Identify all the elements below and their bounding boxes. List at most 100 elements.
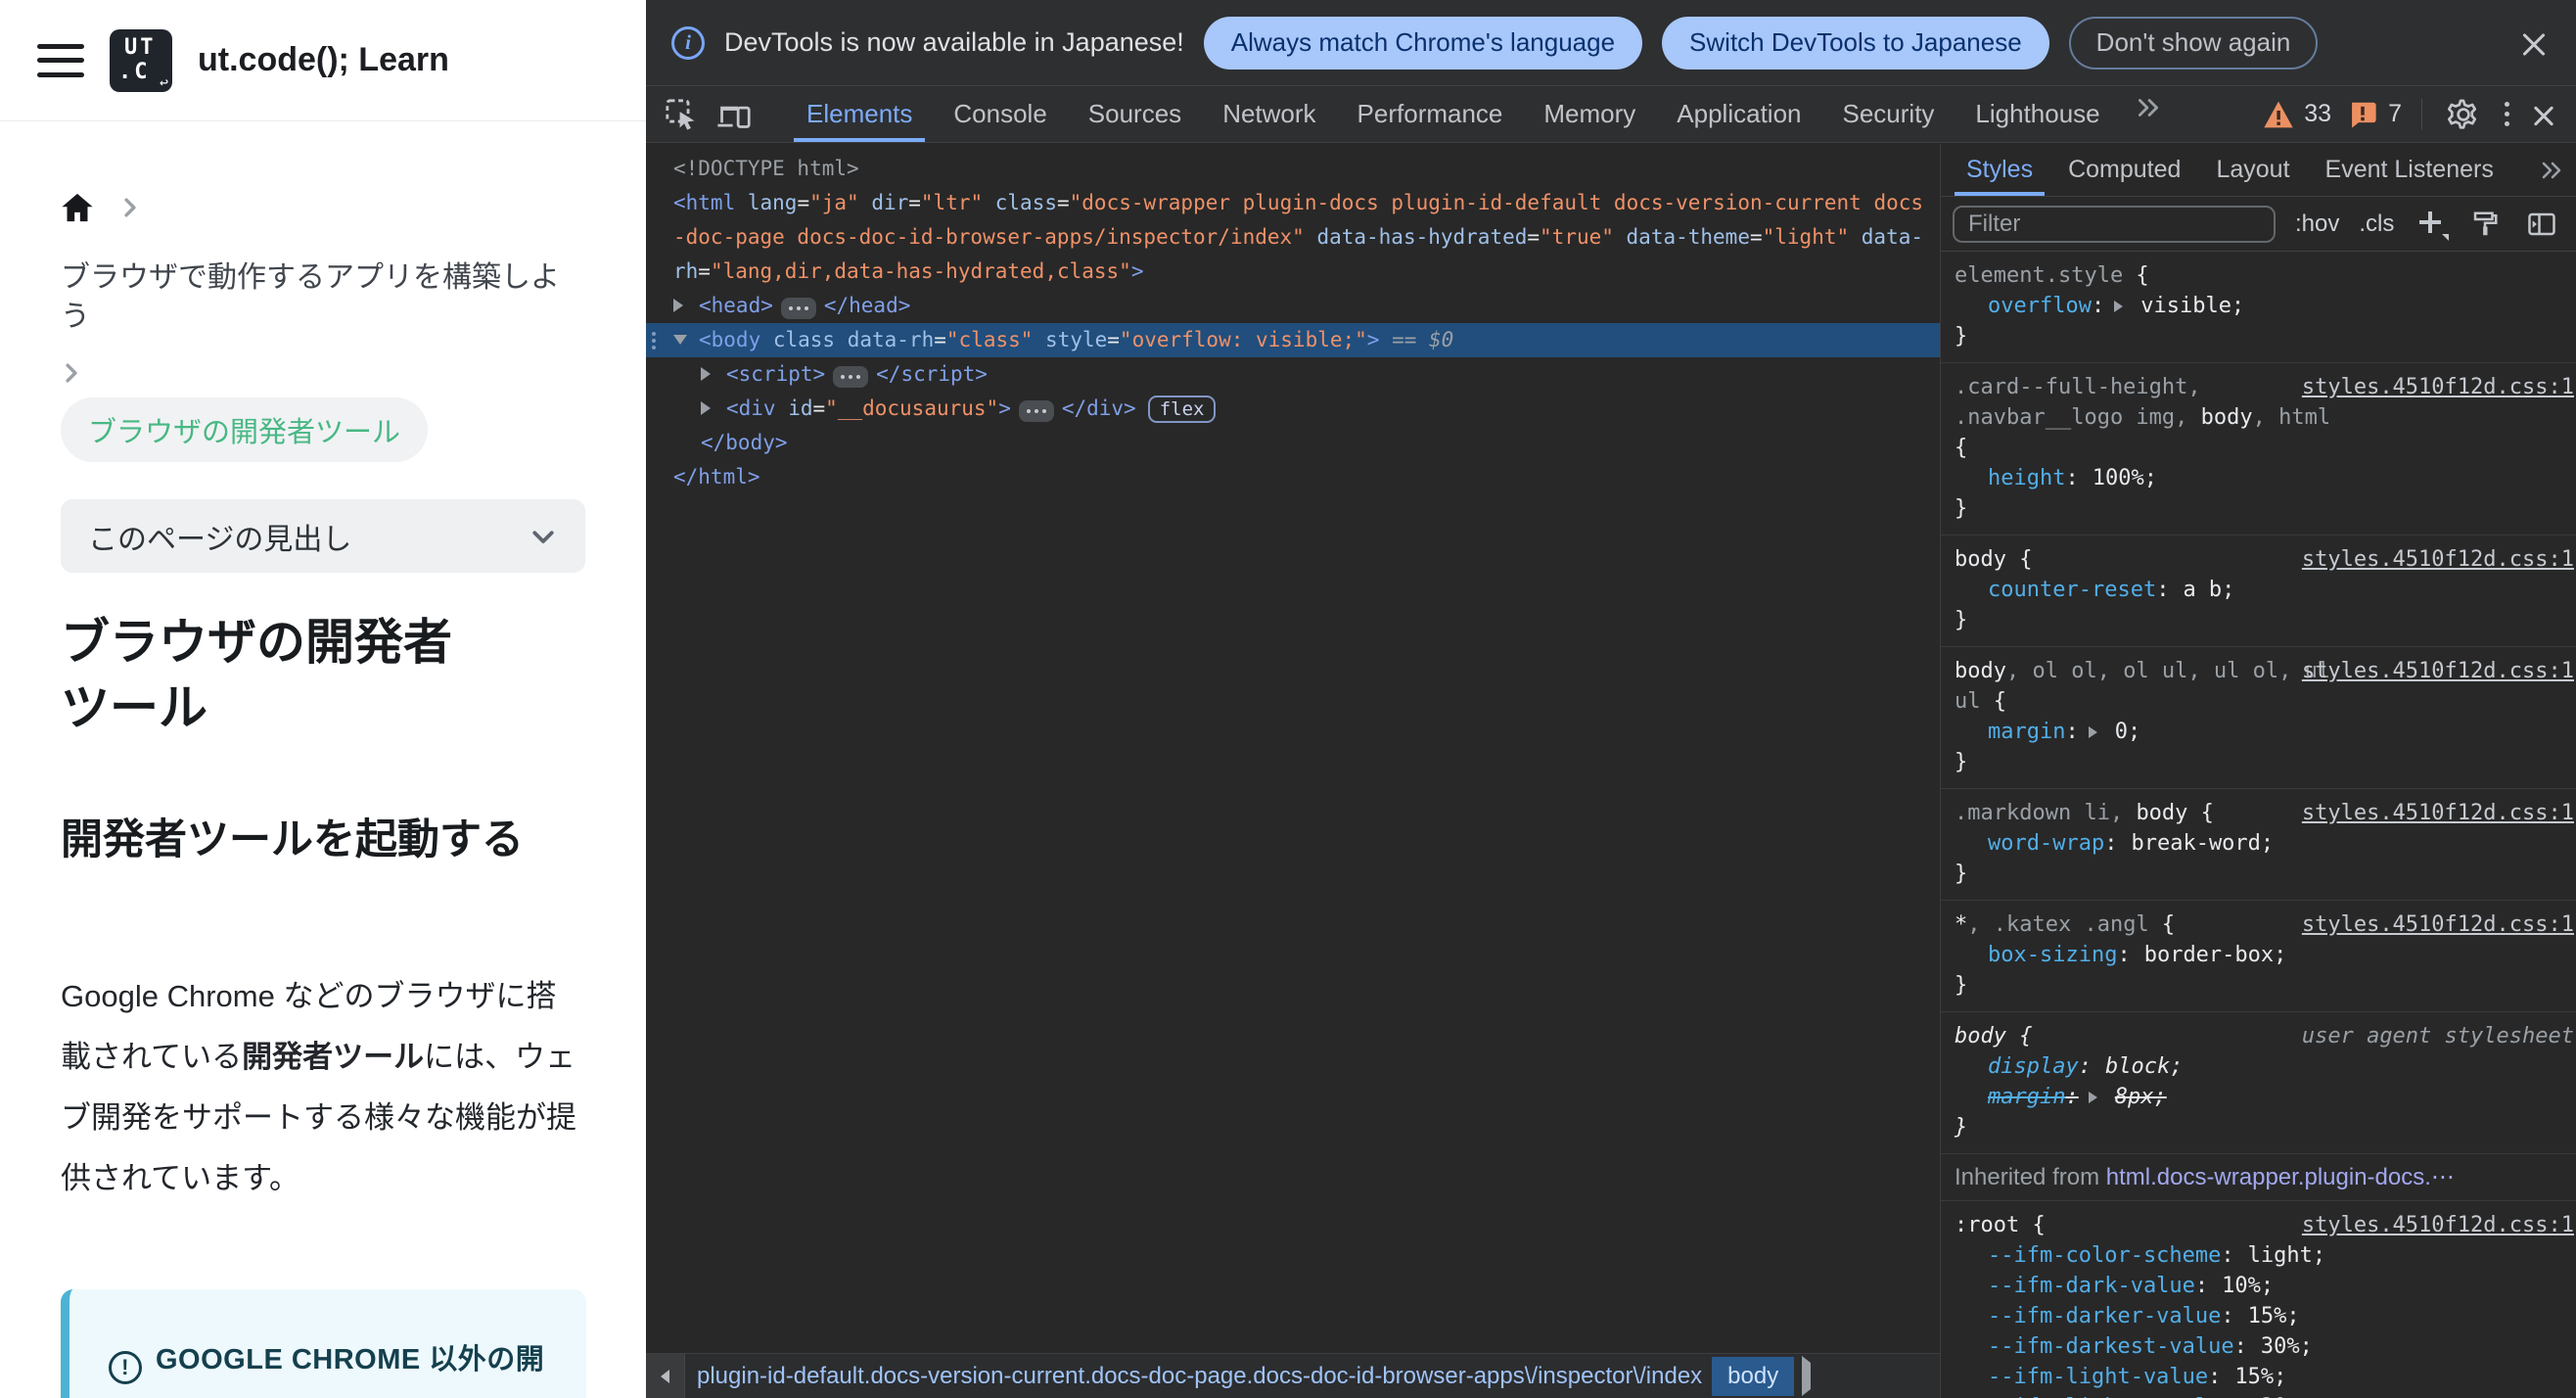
ellipsis-button[interactable] bbox=[780, 298, 816, 319]
sidebar-tab-styles[interactable]: Styles bbox=[1949, 144, 2050, 196]
stylesheet-source-link[interactable]: styles.4510f12d.css:1 bbox=[2302, 544, 2574, 575]
devtools-infobar: i DevTools is now available in Japanese!… bbox=[646, 0, 2576, 86]
toc-collapsible[interactable]: このページの見出し bbox=[61, 499, 585, 573]
ua-stylesheet-label: user agent stylesheet bbox=[2301, 1024, 2574, 1048]
elements-panel: <!DOCTYPE html> <html lang="ja" dir="ltr"… bbox=[646, 144, 1941, 1398]
devtools-tabbar: Elements Console Sources Network Performance… bbox=[646, 86, 2576, 143]
expand-value-arrow-icon[interactable] bbox=[2088, 1092, 2097, 1103]
css-property[interactable]: --ifm-darker-value: 15%; bbox=[1955, 1301, 2562, 1331]
dom-tree-line[interactable]: <body class data-rh="class" style="overf… bbox=[646, 323, 1940, 357]
dom-tree-line[interactable]: </html> bbox=[646, 460, 1940, 494]
css-property[interactable]: --ifm-color-scheme: light; bbox=[1955, 1240, 2562, 1271]
dom-breadcrumb-path[interactable]: plugin-id-default.docs-version-current.d… bbox=[685, 1363, 1712, 1390]
tab-network[interactable]: Network bbox=[1202, 86, 1336, 142]
match-language-button[interactable]: Always match Chrome's language bbox=[1203, 16, 1643, 70]
stylesheet-source-link[interactable]: styles.4510f12d.css:1 bbox=[2302, 1210, 2574, 1240]
css-property[interactable]: word-wrap: break-word; bbox=[1955, 828, 2562, 859]
tab-elements[interactable]: Elements bbox=[786, 86, 933, 142]
tab-sources[interactable]: Sources bbox=[1068, 86, 1202, 142]
tab-performance[interactable]: Performance bbox=[1337, 86, 1524, 142]
hamburger-menu-icon[interactable] bbox=[37, 43, 84, 77]
stylesheet-source-link[interactable]: styles.4510f12d.css:1 bbox=[2302, 798, 2574, 828]
infobar-close-icon[interactable] bbox=[2517, 26, 2551, 60]
logo-text-top: UT bbox=[124, 34, 157, 60]
doc-paragraph: Google Chrome などのブラウザに搭載されている開発者ツールには、ウェ… bbox=[61, 979, 576, 1195]
stylesheet-source-link[interactable]: styles.4510f12d.css:1 bbox=[2302, 909, 2574, 940]
dom-tree-line[interactable]: <script> </script> bbox=[646, 357, 1940, 392]
switch-japanese-button[interactable]: Switch DevTools to Japanese bbox=[1662, 16, 2049, 70]
styles-brush-icon[interactable] bbox=[2466, 206, 2504, 243]
css-property[interactable]: counter-reset: a b; bbox=[1955, 575, 2562, 605]
stylesheet-source-link[interactable]: styles.4510f12d.css:1 bbox=[2302, 656, 2574, 686]
chevron-right-icon bbox=[124, 198, 136, 217]
chevron-right-icon bbox=[66, 363, 77, 383]
dom-tree-line[interactable]: <!DOCTYPE html> bbox=[646, 152, 1940, 186]
class-toggle-button[interactable]: .cls bbox=[2359, 210, 2394, 238]
info-icon: i bbox=[671, 25, 705, 60]
rule-selector[interactable]: element.style { bbox=[1955, 260, 2562, 291]
sidebar-tab-event-listeners[interactable]: Event Listeners bbox=[2308, 144, 2511, 196]
breadcrumb-section[interactable]: ブラウザで動作するアプリを構築しよう bbox=[61, 258, 585, 337]
expand-value-arrow-icon[interactable] bbox=[2088, 726, 2097, 738]
toc-label: このページの見出し bbox=[88, 523, 352, 556]
devtools-close-icon[interactable] bbox=[2529, 100, 2558, 129]
css-property[interactable]: height: 100%; bbox=[1955, 463, 2562, 493]
site-logo[interactable]: UT .C ↩ bbox=[110, 28, 172, 92]
css-property[interactable]: --ifm-light-value: 15%; bbox=[1955, 1362, 2562, 1392]
scroll-left-icon[interactable] bbox=[646, 1354, 685, 1398]
breadcrumb-current: ブラウザの開発者ツール bbox=[61, 397, 429, 462]
tab-memory[interactable]: Memory bbox=[1523, 86, 1656, 142]
more-sidebar-tabs-icon[interactable] bbox=[2539, 144, 2576, 196]
settings-gear-icon[interactable] bbox=[2442, 93, 2485, 136]
dom-tree-line[interactable]: </body> bbox=[646, 426, 1940, 460]
css-property[interactable]: margin: 0; bbox=[1955, 717, 2562, 747]
dom-tree-line[interactable]: <head> </head> bbox=[646, 289, 1940, 323]
scroll-right-icon[interactable] bbox=[1802, 1355, 1812, 1396]
pseudo-state-button[interactable]: :hov bbox=[2295, 210, 2339, 238]
tab-security[interactable]: Security bbox=[1822, 86, 1955, 142]
css-property[interactable]: --ifm-darkest-value: 30%; bbox=[1955, 1331, 2562, 1362]
ellipsis-button[interactable] bbox=[1018, 400, 1054, 422]
css-property[interactable]: --ifm-dark-value: 10%; bbox=[1955, 1271, 2562, 1301]
dom-tree-line[interactable]: <div id="__docusaurus"> </div> flex bbox=[646, 392, 1940, 426]
css-property[interactable]: --ifm-lighter-value:30%; bbox=[1955, 1392, 2562, 1398]
inherited-rules: :root {styles.4510f12d.css:1 --ifm-color-… bbox=[1941, 1201, 2576, 1398]
collapse-arrow-icon[interactable] bbox=[673, 323, 699, 357]
home-icon[interactable] bbox=[61, 192, 94, 223]
sidebar-toggle-icon[interactable] bbox=[2523, 206, 2560, 243]
infobar-message: DevTools is now available in Japanese! bbox=[724, 27, 1184, 57]
style-rule: body {user agent stylesheet display: block… bbox=[1941, 1012, 2576, 1154]
warning-icon[interactable] bbox=[2261, 93, 2296, 136]
css-property[interactable]: margin: 8px; bbox=[1955, 1082, 2562, 1112]
expand-arrow-icon[interactable] bbox=[701, 357, 726, 392]
style-rule: body, ol ol, ol ul, ul ol, ul ul {styles… bbox=[1941, 647, 2576, 789]
issues-icon[interactable] bbox=[2345, 93, 2380, 136]
flex-badge[interactable]: flex bbox=[1147, 396, 1217, 423]
tab-application[interactable]: Application bbox=[1656, 86, 1821, 142]
sidebar-tab-computed[interactable]: Computed bbox=[2050, 144, 2198, 196]
device-toolbar-icon[interactable] bbox=[713, 93, 756, 136]
dont-show-again-button[interactable]: Don't show again bbox=[2068, 16, 2319, 70]
sidebar-tab-layout[interactable]: Layout bbox=[2198, 144, 2307, 196]
css-property[interactable]: display: block; bbox=[1955, 1051, 2562, 1082]
new-style-rule-button[interactable] bbox=[2414, 208, 2450, 241]
dom-tree-line[interactable]: <html lang="ja" dir="ltr" class="docs-wr… bbox=[646, 186, 1940, 289]
more-tabs-icon[interactable] bbox=[2127, 86, 2170, 129]
expand-arrow-icon[interactable] bbox=[673, 289, 699, 323]
expand-value-arrow-icon[interactable] bbox=[2114, 301, 2124, 312]
dom-breadcrumb-selected[interactable]: body bbox=[1712, 1356, 1795, 1396]
style-rule: body {styles.4510f12d.css:1 counter-reset… bbox=[1941, 536, 2576, 647]
stylesheet-source-link[interactable]: styles.4510f12d.css:1 bbox=[2302, 372, 2574, 402]
kebab-menu-icon[interactable] bbox=[2499, 96, 2515, 132]
site-title[interactable]: ut.code(); Learn bbox=[198, 41, 449, 79]
inherited-node-link[interactable]: html.docs-wrapper.plugin-docs.⋯ bbox=[2106, 1164, 2455, 1190]
css-property[interactable]: overflow: visible; bbox=[1955, 291, 2562, 321]
ellipsis-button[interactable] bbox=[833, 366, 869, 388]
tab-console[interactable]: Console bbox=[933, 86, 1067, 142]
inspect-icon[interactable] bbox=[660, 93, 703, 136]
tab-lighthouse[interactable]: Lighthouse bbox=[1955, 86, 2120, 142]
issue-count: 7 bbox=[2388, 100, 2402, 127]
expand-arrow-icon[interactable] bbox=[701, 392, 726, 426]
styles-filter-input[interactable] bbox=[1953, 205, 2276, 243]
css-property[interactable]: box-sizing: border-box; bbox=[1955, 940, 2562, 970]
